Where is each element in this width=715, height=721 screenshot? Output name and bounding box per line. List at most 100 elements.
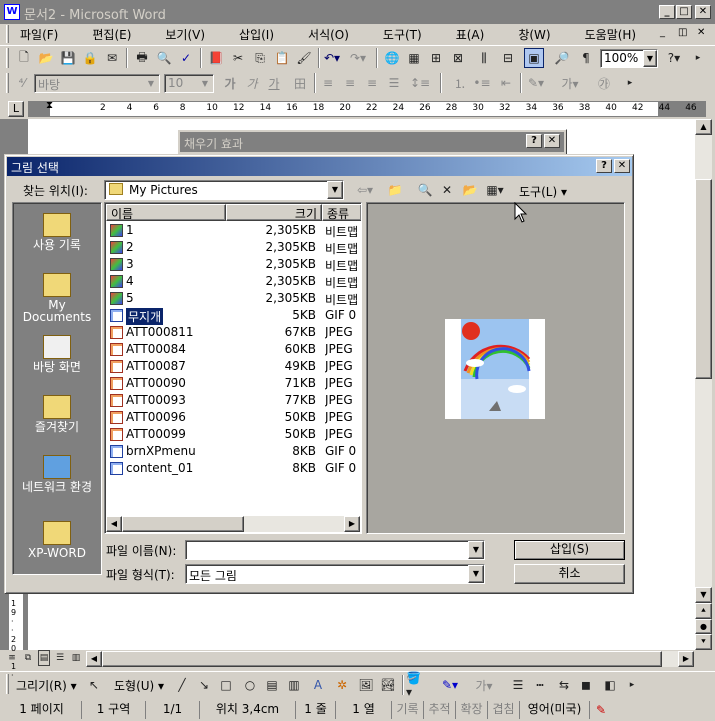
drawing-icon[interactable]: ⊟: [498, 48, 518, 68]
numbering-icon[interactable]: ⒈: [450, 73, 470, 93]
search-web-icon[interactable]: 🔍: [415, 180, 435, 200]
scroll-thumb[interactable]: [695, 179, 712, 379]
align-center-icon[interactable]: ≡: [340, 73, 360, 93]
column-header-size[interactable]: 크기: [226, 204, 322, 221]
file-row[interactable]: ATT000811 67KB JPEG: [106, 324, 361, 341]
vertical-text-box-icon[interactable]: ▥: [284, 675, 304, 695]
places-item[interactable]: XP-WORD: [13, 521, 101, 559]
read-icon[interactable]: 🔎: [552, 48, 572, 68]
file-row[interactable]: ATT00099 50KB JPEG: [106, 426, 361, 443]
clip-art-icon[interactable]: 🖼: [356, 675, 376, 695]
places-item[interactable]: 바탕 화면: [13, 335, 101, 373]
font-color-icon[interactable]: 가▾: [474, 675, 494, 695]
menu-item[interactable]: 도움말(H): [585, 26, 637, 43]
italic-icon[interactable]: 가: [242, 73, 262, 93]
back-icon[interactable]: ⇦▾: [355, 180, 375, 200]
help-icon[interactable]: ?▾: [664, 48, 684, 68]
chevron-down-icon[interactable]: ▼: [144, 76, 158, 91]
zoom-select[interactable]: 100% ▼: [600, 49, 658, 68]
redo-icon[interactable]: ↷▾: [348, 48, 368, 68]
help-button[interactable]: ?: [526, 134, 542, 148]
chevron-down-icon[interactable]: ▼: [468, 541, 484, 559]
menu-item[interactable]: 창(W): [518, 26, 550, 43]
underline-icon[interactable]: 가: [264, 73, 284, 93]
toolbar-options-icon[interactable]: ▸: [688, 48, 708, 68]
paste-icon[interactable]: 📋: [272, 48, 292, 68]
scroll-up-arrow[interactable]: ▲: [695, 119, 712, 135]
menu-item[interactable]: 도구(T): [383, 26, 422, 43]
insert-button[interactable]: 삽입(S): [514, 540, 625, 560]
file-row[interactable]: ATT00090 71KB JPEG: [106, 375, 361, 392]
menu-item[interactable]: 편집(E): [92, 26, 131, 43]
3d-icon[interactable]: ◧: [600, 675, 620, 695]
justify-icon[interactable]: ☰: [384, 73, 404, 93]
arrow-style-icon[interactable]: ⇆: [554, 675, 574, 695]
oval-icon[interactable]: ○: [240, 675, 260, 695]
scroll-down-arrow[interactable]: ▼: [695, 587, 712, 603]
places-item[interactable]: 네트워크 환경: [13, 455, 101, 493]
rectangle-icon[interactable]: □: [216, 675, 236, 695]
print-icon[interactable]: 🖶: [132, 48, 152, 68]
show-hide-icon[interactable]: ¶: [576, 48, 596, 68]
font-color-icon[interactable]: 가▾: [560, 73, 580, 93]
status-field[interactable]: 추적: [424, 700, 456, 719]
file-row[interactable]: 1 2,305KB 비트맵: [106, 222, 361, 239]
permission-icon[interactable]: 🔒: [80, 48, 100, 68]
text-box-icon[interactable]: ▤: [262, 675, 282, 695]
scroll-thumb[interactable]: [102, 651, 662, 667]
columns-icon[interactable]: ⫼: [474, 48, 494, 68]
cut-icon[interactable]: ✂: [228, 48, 248, 68]
file-row[interactable]: 2 2,305KB 비트맵: [106, 239, 361, 256]
select-objects-icon[interactable]: ↖: [84, 675, 104, 695]
line-icon[interactable]: ╱: [172, 675, 192, 695]
doc-restore-button[interactable]: ◫: [678, 27, 692, 39]
toolbar-options-icon[interactable]: ▸: [620, 73, 640, 93]
line-color-icon[interactable]: ✎▾: [440, 675, 460, 695]
vertical-scrollbar[interactable]: ▲ ▼ ⯅ ● ⯆: [695, 119, 712, 650]
minimize-button[interactable]: _: [659, 5, 675, 19]
research-icon[interactable]: 📕: [206, 48, 226, 68]
email-icon[interactable]: ✉: [102, 48, 122, 68]
file-row[interactable]: 무지개 5KB GIF 0: [106, 307, 361, 326]
new-document-icon[interactable]: 🗋: [14, 48, 34, 68]
status-field[interactable]: 겹침: [488, 700, 520, 719]
menu-item[interactable]: 삽입(I): [239, 26, 274, 43]
scroll-left-arrow[interactable]: ◀: [86, 651, 102, 667]
highlight-icon[interactable]: ✎▾: [526, 73, 546, 93]
cancel-button[interactable]: 취소: [514, 564, 625, 584]
next-page-icon[interactable]: ⯆: [695, 634, 712, 650]
column-header-name[interactable]: 이름: [106, 204, 226, 221]
status-field[interactable]: 기록: [392, 700, 424, 719]
status-field[interactable]: 확장: [456, 700, 488, 719]
filename-input[interactable]: ▼: [185, 540, 485, 560]
insert-picture-icon[interactable]: 🏞: [378, 675, 398, 695]
tables-borders-icon[interactable]: ▦: [404, 48, 424, 68]
menu-item[interactable]: 서식(O): [308, 26, 349, 43]
spelling-icon[interactable]: ✓: [176, 48, 196, 68]
spelling-status-icon[interactable]: ✎: [590, 703, 612, 717]
copy-icon[interactable]: ⎘: [250, 48, 270, 68]
diagram-icon[interactable]: ✲: [332, 675, 352, 695]
file-row[interactable]: brnXPmenu 8KB GIF 0: [106, 443, 361, 460]
prev-page-icon[interactable]: ⯅: [695, 603, 712, 619]
print-layout-icon[interactable]: ▤: [38, 650, 50, 666]
file-row[interactable]: content_01 8KB GIF 0: [106, 460, 361, 477]
file-list[interactable]: 이름 크기 종류 1 2,305KB 비트맵 2 2,305KB 비트맵 3 2,305KB 비…: [104, 202, 362, 534]
hyperlink-icon[interactable]: 🌐: [382, 48, 402, 68]
look-in-select[interactable]: My Pictures ▼: [104, 180, 344, 200]
format-painter-icon[interactable]: 🖌: [294, 48, 314, 68]
places-item[interactable]: My Documents: [13, 273, 101, 323]
file-row[interactable]: 5 2,305KB 비트맵: [106, 290, 361, 307]
file-row[interactable]: 4 2,305KB 비트맵: [106, 273, 361, 290]
close-button[interactable]: ✕: [544, 134, 560, 148]
decrease-indent-icon[interactable]: ⇤: [496, 73, 516, 93]
scroll-right-arrow[interactable]: ▶: [678, 651, 694, 667]
char-border-icon[interactable]: 田: [290, 73, 310, 93]
reading-view-icon[interactable]: ▥: [70, 650, 82, 666]
menu-item[interactable]: 표(A): [456, 26, 485, 43]
line-style-icon[interactable]: ☰: [508, 675, 528, 695]
horizontal-scrollbar[interactable]: ◀ ▶: [86, 651, 694, 667]
tab-selector[interactable]: L: [8, 101, 24, 117]
menu-item[interactable]: 파일(F): [20, 26, 58, 43]
insert-excel-icon[interactable]: ⊠: [448, 48, 468, 68]
